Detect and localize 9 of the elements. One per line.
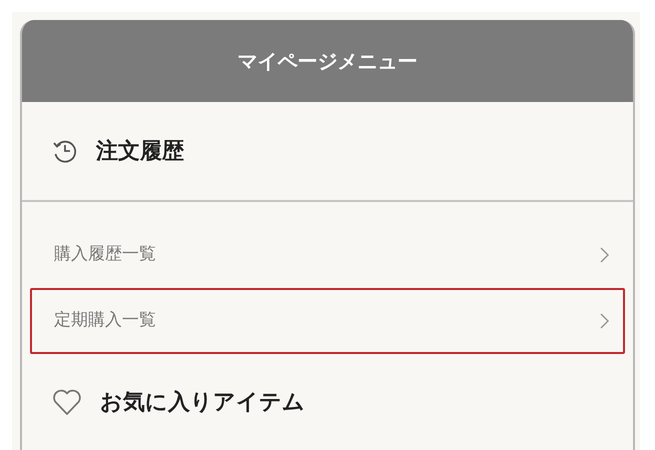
section-title[interactable]: 注文履歴	[96, 134, 184, 168]
chevron-right-icon	[600, 313, 609, 329]
section-title[interactable]: お気に入りアイテム	[100, 386, 305, 418]
heart-icon	[52, 388, 82, 416]
chevron-right-icon	[600, 247, 609, 263]
menu-link-item[interactable]: 定期購入一覧	[30, 288, 625, 354]
menu-link-item[interactable]: 購入履歴一覧	[30, 222, 625, 288]
clock-history-icon	[52, 138, 78, 164]
menu-title: マイページメニュー	[238, 48, 418, 75]
